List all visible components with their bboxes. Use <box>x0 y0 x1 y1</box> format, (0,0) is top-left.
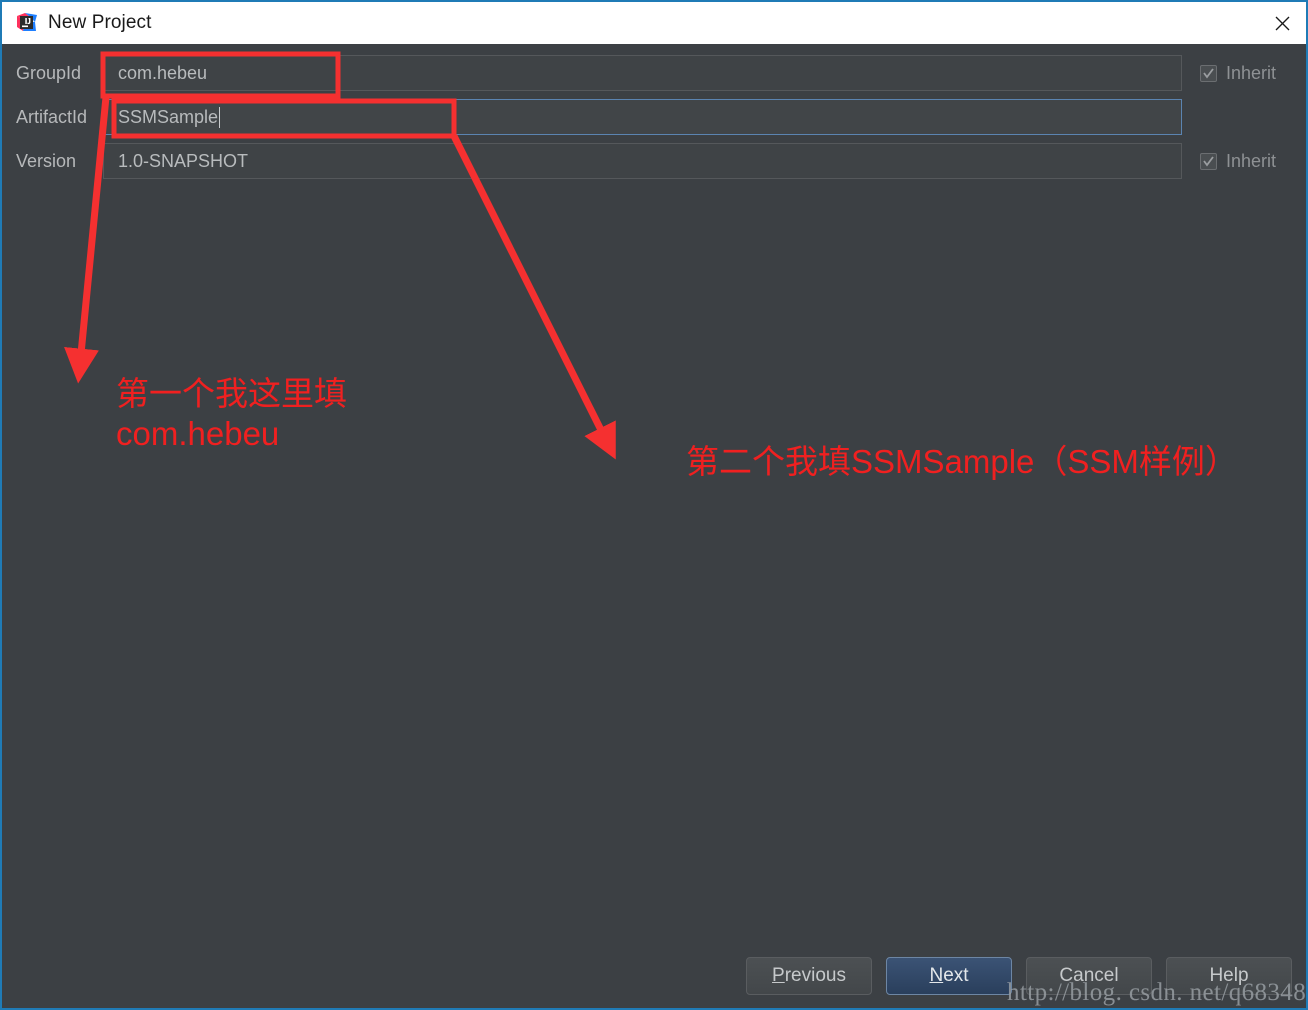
title-bar: New Project <box>2 2 1306 44</box>
next-button-mnemonic: N <box>929 965 944 986</box>
annotation-text-groupid: 第一个我这里填 com.hebeu <box>116 375 347 453</box>
version-row: Version 1.0-SNAPSHOT Inherit <box>2 143 1306 179</box>
version-inherit-checkbox[interactable]: Inherit <box>1200 151 1276 172</box>
artifactid-label: ArtifactId <box>16 106 88 127</box>
previous-button-label: revious <box>784 965 846 986</box>
version-label: Version <box>16 150 77 171</box>
previous-button-mnemonic: P <box>772 965 785 986</box>
new-project-dialog: New Project GroupId com.hebeu Inherit Ar… <box>0 0 1308 1010</box>
artifactid-input[interactable]: SSMSample <box>103 99 1182 135</box>
version-value: 1.0-SNAPSHOT <box>118 150 249 171</box>
next-button-label: ext <box>943 965 969 986</box>
groupid-inherit-checkbox[interactable]: Inherit <box>1200 63 1276 84</box>
watermark: http://blog. csdn. net/q6834850 <box>1007 979 1308 1006</box>
version-inherit-label: Inherit <box>1226 150 1277 171</box>
artifactid-value: SSMSample <box>118 106 219 127</box>
groupid-label: GroupId <box>16 62 82 83</box>
text-caret <box>219 106 221 128</box>
close-icon[interactable] <box>1258 2 1306 44</box>
groupid-input[interactable]: com.hebeu <box>103 55 1182 91</box>
window-title: New Project <box>48 12 152 33</box>
version-input[interactable]: 1.0-SNAPSHOT <box>103 143 1182 179</box>
previous-button[interactable]: Previous <box>746 957 872 995</box>
artifactid-row: ArtifactId SSMSample <box>2 99 1306 135</box>
annotation-text-artifactid: 第二个我填SSMSample（SSM样例） <box>686 443 1238 480</box>
intellij-idea-icon <box>16 12 38 34</box>
next-button[interactable]: Next <box>886 957 1012 995</box>
checkbox-checked-icon <box>1200 152 1217 170</box>
groupid-value: com.hebeu <box>118 62 208 83</box>
dialog-content: GroupId com.hebeu Inherit ArtifactId SSM… <box>2 44 1306 1008</box>
groupid-row: GroupId com.hebeu Inherit <box>2 55 1306 91</box>
checkbox-checked-icon <box>1200 64 1217 82</box>
groupid-inherit-label: Inherit <box>1226 62 1277 83</box>
